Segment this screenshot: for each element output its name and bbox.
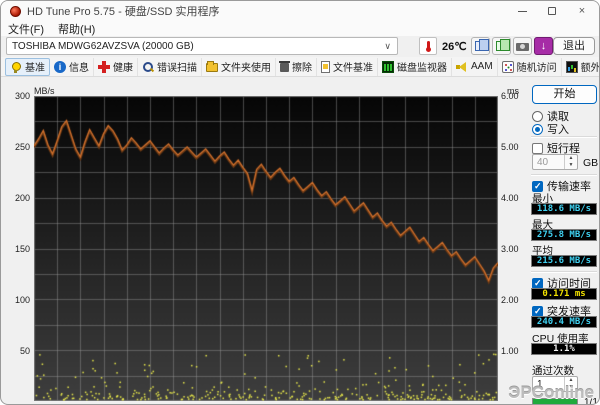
axis-tick: 1.00	[501, 346, 519, 356]
axis-tick: 5.00	[501, 142, 519, 152]
drive-row: TOSHIBA MDWG62AVZSVA (20000 GB) ∨ 26℃ ↓ …	[1, 37, 599, 56]
copy-image-icon	[475, 39, 489, 51]
step-up-icon[interactable]: ▲	[565, 155, 577, 162]
chevron-down-icon: ∨	[384, 40, 391, 51]
maximize-icon	[548, 7, 556, 15]
write-radio[interactable]	[532, 123, 543, 135]
temperature-value: 26℃	[442, 41, 467, 53]
close-button[interactable]: ×	[567, 1, 597, 21]
menu-file[interactable]: 文件(F)	[1, 21, 51, 37]
minimize-button[interactable]	[507, 1, 537, 21]
axis-tick: 50	[19, 346, 30, 356]
app-icon	[10, 5, 21, 17]
random-access-icon	[501, 60, 514, 73]
benchmark-chart	[34, 96, 498, 401]
app-window: HD Tune Pro 5.75 - 硬盘/SSD 实用程序 × 文件(F) 帮…	[0, 0, 600, 405]
toolbar: 基准 i 信息 健康 错误扫描 文件夹使用 擦除 文件基准 磁盘监视器 AAM …	[1, 57, 599, 77]
drive-select-value: TOSHIBA MDWG62AVZSVA (20000 GB)	[12, 40, 194, 52]
axis-tick: 3.00	[501, 244, 519, 254]
error-scan-icon	[142, 61, 154, 73]
minimize-icon	[517, 10, 527, 12]
transfer-rate-checkbox[interactable]	[532, 180, 543, 192]
download-update-button[interactable]: ↓	[534, 37, 553, 55]
tab-info[interactable]: i 信息	[50, 57, 94, 76]
extra-tests-icon	[565, 60, 578, 73]
tab-folder-usage[interactable]: 文件夹使用	[202, 57, 276, 76]
step-down-icon[interactable]: ▼	[565, 162, 577, 169]
axis-tick: 2.00	[501, 295, 519, 305]
menu-help[interactable]: 帮助(H)	[51, 21, 102, 37]
y-axis-unit-left: MB/s	[34, 86, 55, 96]
folder-usage-icon	[206, 61, 218, 72]
temperature-indicator	[419, 37, 437, 55]
copy-text-icon	[496, 39, 510, 51]
axis-tick: 200	[14, 193, 30, 203]
camera-icon	[516, 43, 529, 51]
tab-extra-tests[interactable]: 额外测试	[562, 58, 599, 76]
cpu-usage-value: 1.1%	[531, 343, 597, 355]
stepper-arrows[interactable]: ▲ ▼	[564, 155, 577, 169]
tab-benchmark[interactable]: 基准	[5, 57, 50, 76]
tab-file-benchmark[interactable]: 文件基准	[317, 57, 378, 76]
divider	[531, 174, 597, 175]
start-button[interactable]: 开始	[532, 85, 597, 104]
copy-image-button[interactable]	[471, 37, 490, 55]
divider	[531, 136, 597, 137]
access-time-value: 0.171 ms	[531, 288, 597, 300]
screenshot-button[interactable]	[513, 37, 532, 55]
health-icon	[98, 60, 110, 73]
benchmark-panel: 开始 读取 写入 短行程 40 ▲▼ GB 传输速率 最小 118.6 MB/s…	[529, 77, 599, 404]
tab-error-scan[interactable]: 错误扫描	[138, 57, 202, 76]
file-benchmark-icon	[321, 60, 330, 73]
window-title: HD Tune Pro 5.75 - 硬盘/SSD 实用程序	[27, 6, 220, 18]
erase-icon	[279, 61, 290, 72]
min-value: 118.6 MB/s	[531, 203, 597, 215]
short-stroke-checkbox[interactable]	[532, 142, 543, 154]
capacity-unit-label: GB	[583, 157, 599, 169]
tab-erase[interactable]: 擦除	[276, 57, 317, 76]
benchmark-icon	[10, 61, 22, 73]
pconline-watermark: ЭPConline	[508, 383, 594, 402]
info-icon: i	[54, 60, 66, 73]
access-time-checkbox[interactable]	[532, 277, 543, 289]
avg-value: 215.6 MB/s	[531, 255, 597, 267]
divider	[531, 271, 597, 272]
exit-button[interactable]: 退出	[553, 37, 595, 55]
axis-tick: 300	[14, 91, 30, 101]
tab-health[interactable]: 健康	[94, 57, 138, 76]
axis-tick: 150	[14, 244, 30, 254]
menu-bar: 文件(F) 帮助(H)	[1, 21, 599, 36]
tab-disk-monitor[interactable]: 磁盘监视器	[378, 57, 452, 76]
copy-text-button[interactable]	[492, 37, 511, 55]
thermometer-icon	[426, 41, 431, 52]
axis-tick: 100	[14, 295, 30, 305]
write-option[interactable]: 写入	[532, 121, 569, 137]
burst-rate-value: 240.4 MB/s	[531, 316, 597, 328]
aam-icon	[456, 61, 468, 73]
maximize-button[interactable]	[537, 1, 567, 21]
burst-rate-checkbox[interactable]	[532, 305, 543, 317]
axis-tick: 250	[14, 142, 30, 152]
title-bar[interactable]: HD Tune Pro 5.75 - 硬盘/SSD 实用程序 ×	[1, 1, 599, 21]
max-value: 275.8 MB/s	[531, 229, 597, 241]
axis-tick: 6.00	[501, 91, 519, 101]
axis-tick: 4.00	[501, 193, 519, 203]
tab-aam[interactable]: AAM	[452, 57, 498, 76]
capacity-stepper[interactable]: 40 ▲ ▼	[532, 154, 578, 170]
tab-random-access[interactable]: 随机访问	[498, 57, 562, 76]
disk-monitor-icon	[382, 60, 394, 73]
drive-select[interactable]: TOSHIBA MDWG62AVZSVA (20000 GB) ∨	[6, 37, 398, 55]
read-radio[interactable]	[532, 110, 543, 122]
